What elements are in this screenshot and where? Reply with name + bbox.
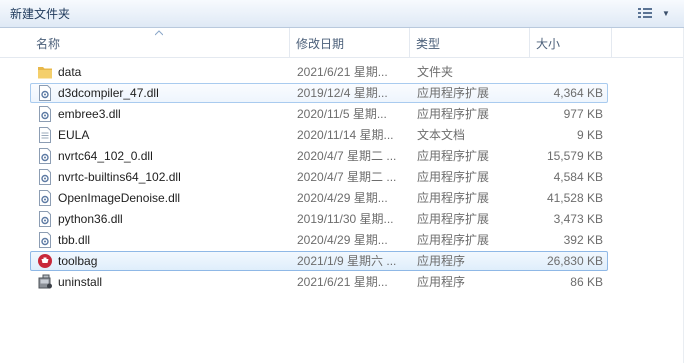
dll-icon [37,211,53,227]
file-row[interactable]: d3dcompiler_47.dll 2019/12/4 星期... 应用程序扩… [30,83,608,103]
file-name: python36.dll [58,212,123,226]
file-type: 应用程序扩展 [417,212,490,226]
file-date: 2019/12/4 星期... [297,86,388,100]
file-row[interactable]: data 2021/6/21 星期... 文件夹 [30,62,608,82]
file-row[interactable]: tbb.dll 2020/4/29 星期... 应用程序扩展 392 KB [30,230,608,250]
file-size [531,63,603,81]
column-header-date[interactable]: 修改日期 [290,28,410,58]
column-header-size[interactable]: 大小 [530,28,612,58]
file-size: 15,579 KB [546,149,603,163]
file-type: 文本文档 [417,128,466,142]
file-type: 应用程序扩展 [417,233,490,247]
file-name: toolbag [58,254,98,268]
file-size: 977 KB [563,107,603,121]
file-date: 2020/4/29 星期... [297,191,388,205]
file-name: data [58,65,82,79]
uninstall-app-icon [37,274,53,290]
sort-ascending-icon [155,30,163,36]
dll-icon [37,169,53,185]
file-date: 2020/4/29 星期... [297,233,388,247]
file-row[interactable]: nvrtc-builtins64_102.dll 2020/4/7 星期二 ..… [30,167,608,187]
toolbag-app-icon [37,253,53,269]
file-row[interactable]: OpenImageDenoise.dll 2020/4/29 星期... 应用程… [30,188,608,208]
file-type: 应用程序 [417,275,466,289]
file-name: d3dcompiler_47.dll [58,86,159,100]
new-folder-button[interactable]: 新建文件夹 [10,6,70,22]
file-name: nvrtc64_102_0.dll [58,149,153,163]
file-row[interactable]: EULA 2020/11/14 星期... 文本文档 9 KB [30,125,608,145]
file-name: uninstall [58,275,103,289]
file-date: 2020/4/7 星期二 ... [297,170,397,184]
column-header-row: 名称 修改日期 类型 大小 [0,28,684,58]
file-type: 应用程序扩展 [417,149,490,163]
file-date: 2021/6/21 星期... [297,65,388,79]
dll-icon [37,148,53,164]
file-row[interactable]: embree3.dll 2020/11/5 星期... 应用程序扩展 977 K… [30,104,608,124]
file-row[interactable]: python36.dll 2019/11/30 星期... 应用程序扩展 3,4… [30,209,608,229]
dll-icon [37,106,53,122]
file-type: 应用程序扩展 [417,191,490,205]
file-date: 2019/11/30 星期... [297,212,394,226]
dll-icon [37,85,53,101]
file-row[interactable]: nvrtc64_102_0.dll 2020/4/7 星期二 ... 应用程序扩… [30,146,608,166]
file-date: 2020/4/7 星期二 ... [297,149,397,163]
file-size: 4,364 KB [553,86,603,100]
file-name: embree3.dll [58,107,121,121]
file-name: tbb.dll [58,233,91,247]
file-size: 41,528 KB [546,191,603,205]
file-type: 应用程序扩展 [417,107,490,121]
file-date: 2020/11/14 星期... [297,128,394,142]
folder-icon [37,64,53,80]
file-name: EULA [58,128,90,142]
file-date: 2021/6/21 星期... [297,275,388,289]
views-dropdown-icon[interactable]: ▼ [660,5,672,22]
file-date: 2021/1/9 星期六 ... [297,254,397,268]
file-type: 文件夹 [417,65,454,79]
file-size: 26,830 KB [546,254,603,268]
text-file-icon [37,127,53,143]
file-name: nvrtc-builtins64_102.dll [58,170,181,184]
file-size: 4,584 KB [553,170,603,184]
file-size: 392 KB [563,233,603,247]
file-type: 应用程序 [417,254,466,268]
file-date: 2020/11/5 星期... [297,107,387,121]
file-size: 9 KB [576,128,603,142]
column-header-type[interactable]: 类型 [410,28,530,58]
dll-icon [37,232,53,248]
views-icon[interactable] [634,5,656,22]
file-row[interactable]: toolbag 2021/1/9 星期六 ... 应用程序 26,830 KB [30,251,608,271]
file-row[interactable]: uninstall 2021/6/21 星期... 应用程序 86 KB [30,272,608,292]
command-bar: 新建文件夹 ▼ [0,0,684,28]
file-size: 86 KB [570,275,603,289]
file-name: OpenImageDenoise.dll [58,191,181,205]
dll-icon [37,190,53,206]
file-type: 应用程序扩展 [417,86,490,100]
file-type: 应用程序扩展 [417,170,490,184]
file-size: 3,473 KB [553,212,603,226]
